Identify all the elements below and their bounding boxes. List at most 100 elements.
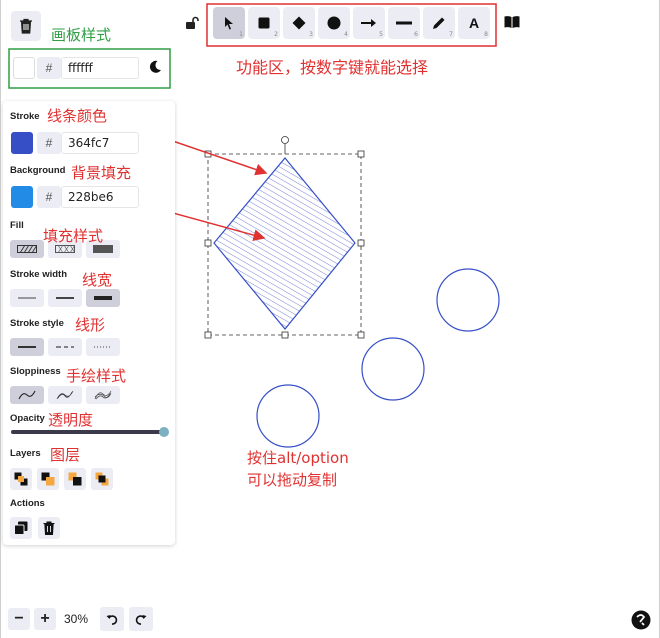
stroke-color-swatch[interactable] (11, 132, 33, 154)
background-fill-annotation: 背景填充 (71, 164, 132, 182)
zoom-out-button[interactable]: − (8, 608, 30, 630)
stroke-width-bold-option[interactable] (48, 289, 82, 307)
text-icon: A (468, 15, 480, 31)
ellipse-shape[interactable] (361, 337, 425, 401)
canvas-bg-swatch[interactable] (13, 57, 35, 79)
stroke-width-label: Stroke width (10, 269, 68, 280)
trash-icon (20, 18, 32, 34)
canvas-bg-input[interactable]: ffffff (61, 57, 139, 79)
bring-forward-icon (68, 472, 82, 486)
dark-mode-toggle[interactable] (147, 59, 163, 75)
stroke-color-input[interactable]: 364fc7 (61, 132, 139, 154)
thin-line-icon (18, 297, 36, 299)
book-open-icon (504, 16, 520, 28)
line-icon (396, 21, 412, 25)
dotted-line-icon (94, 346, 112, 348)
zoom-level[interactable]: 30% (64, 612, 88, 626)
resize-handle (357, 150, 365, 158)
help-button[interactable] (631, 610, 651, 630)
cross-hatch-icon (55, 245, 75, 253)
sloppiness-annotation: 手绘样式 (66, 367, 127, 385)
stroke-color-annotation: 线条颜色 (47, 107, 108, 125)
resize-handle (357, 239, 365, 247)
pointer-icon (225, 17, 233, 30)
fill-style-annotation: 填充样式 (43, 227, 104, 245)
diamond-icon (292, 16, 306, 30)
stroke-style-dotted-option[interactable] (86, 338, 120, 356)
resize-handle (357, 331, 365, 339)
bring-forward-button[interactable] (64, 468, 86, 490)
ellipse-shape[interactable] (256, 384, 320, 448)
stroke-style-annotation: 线形 (75, 316, 106, 334)
bring-to-front-button[interactable] (91, 468, 113, 490)
stroke-label: Stroke (10, 111, 40, 122)
send-backward-icon (41, 472, 55, 486)
tool-ellipse[interactable]: 4 (318, 7, 350, 39)
opacity-slider-thumb[interactable] (159, 427, 169, 437)
zoom-controls: − + 30% (8, 606, 154, 632)
tool-draw[interactable]: 7 (423, 7, 455, 39)
sloppiness-artist-option[interactable] (48, 386, 82, 404)
library-button[interactable] (500, 9, 524, 35)
layers-label: Layers (10, 448, 41, 459)
duplicate-button[interactable] (10, 517, 32, 539)
sloppiness-label: Sloppiness (10, 366, 61, 377)
stroke-width-extra-bold-option[interactable] (86, 289, 120, 307)
diamond-shape[interactable] (213, 157, 356, 330)
hachure-icon (17, 245, 37, 253)
zoom-in-button[interactable]: + (34, 608, 56, 630)
tool-diamond[interactable]: 3 (283, 7, 315, 39)
undo-icon (106, 615, 118, 625)
send-backward-button[interactable] (37, 468, 59, 490)
send-to-back-button[interactable] (10, 468, 32, 490)
cartoonist-stroke-icon (94, 390, 112, 400)
background-color-input[interactable]: 228be6 (61, 186, 139, 208)
arrow-icon (361, 19, 376, 27)
fill-label: Fill (10, 220, 24, 231)
tool-line[interactable]: 6 (388, 7, 420, 39)
duplicate-icon (14, 521, 28, 535)
actions-label: Actions (10, 498, 45, 509)
lock-open-icon (186, 16, 199, 29)
redo-button[interactable] (129, 607, 154, 631)
resize-handle (281, 331, 289, 339)
delete-button[interactable] (38, 517, 60, 539)
clear-canvas-button[interactable] (11, 11, 41, 41)
circle-icon (327, 16, 341, 30)
opacity-label: Opacity (10, 413, 45, 424)
sloppiness-cartoonist-option[interactable] (86, 386, 120, 404)
trash-icon (43, 521, 55, 535)
send-to-back-icon (14, 472, 28, 486)
ellipse-shape[interactable] (436, 268, 500, 332)
background-hash: # (37, 186, 61, 208)
rotation-handle (281, 136, 289, 144)
lock-button[interactable] (178, 9, 206, 37)
stroke-style-label: Stroke style (10, 318, 64, 329)
canvas-bg-hash: # (37, 57, 61, 79)
tool-rectangle[interactable]: 2 (248, 7, 280, 39)
toolbar-annotation: 功能区，按数字键就能选择 (236, 58, 429, 77)
artist-stroke-icon (56, 390, 74, 400)
sloppiness-architect-option[interactable] (10, 386, 44, 404)
tool-selection[interactable]: 1 (213, 7, 245, 39)
background-color-swatch[interactable] (11, 186, 33, 208)
square-icon (258, 17, 270, 29)
fill-hachure-option[interactable] (10, 240, 44, 258)
help-logo-icon (631, 610, 651, 630)
stroke-hash: # (37, 132, 61, 154)
pencil-icon (433, 17, 445, 29)
background-label: Background (10, 165, 66, 176)
moon-icon (149, 60, 161, 73)
dashed-line-icon (56, 346, 74, 348)
stroke-style-solid-option[interactable] (10, 338, 44, 356)
stroke-width-annotation: 线宽 (82, 271, 113, 289)
opacity-slider-track[interactable] (11, 430, 165, 434)
stroke-width-thin-option[interactable] (10, 289, 44, 307)
tool-arrow[interactable]: 5 (353, 7, 385, 39)
tool-text[interactable]: A 8 (458, 7, 490, 39)
stroke-style-dashed-option[interactable] (48, 338, 82, 356)
architect-stroke-icon (18, 390, 36, 400)
solid-line-icon (18, 346, 36, 348)
alt-drag-annotation-line1: 按住alt/option (247, 449, 349, 467)
undo-button[interactable] (100, 607, 125, 631)
